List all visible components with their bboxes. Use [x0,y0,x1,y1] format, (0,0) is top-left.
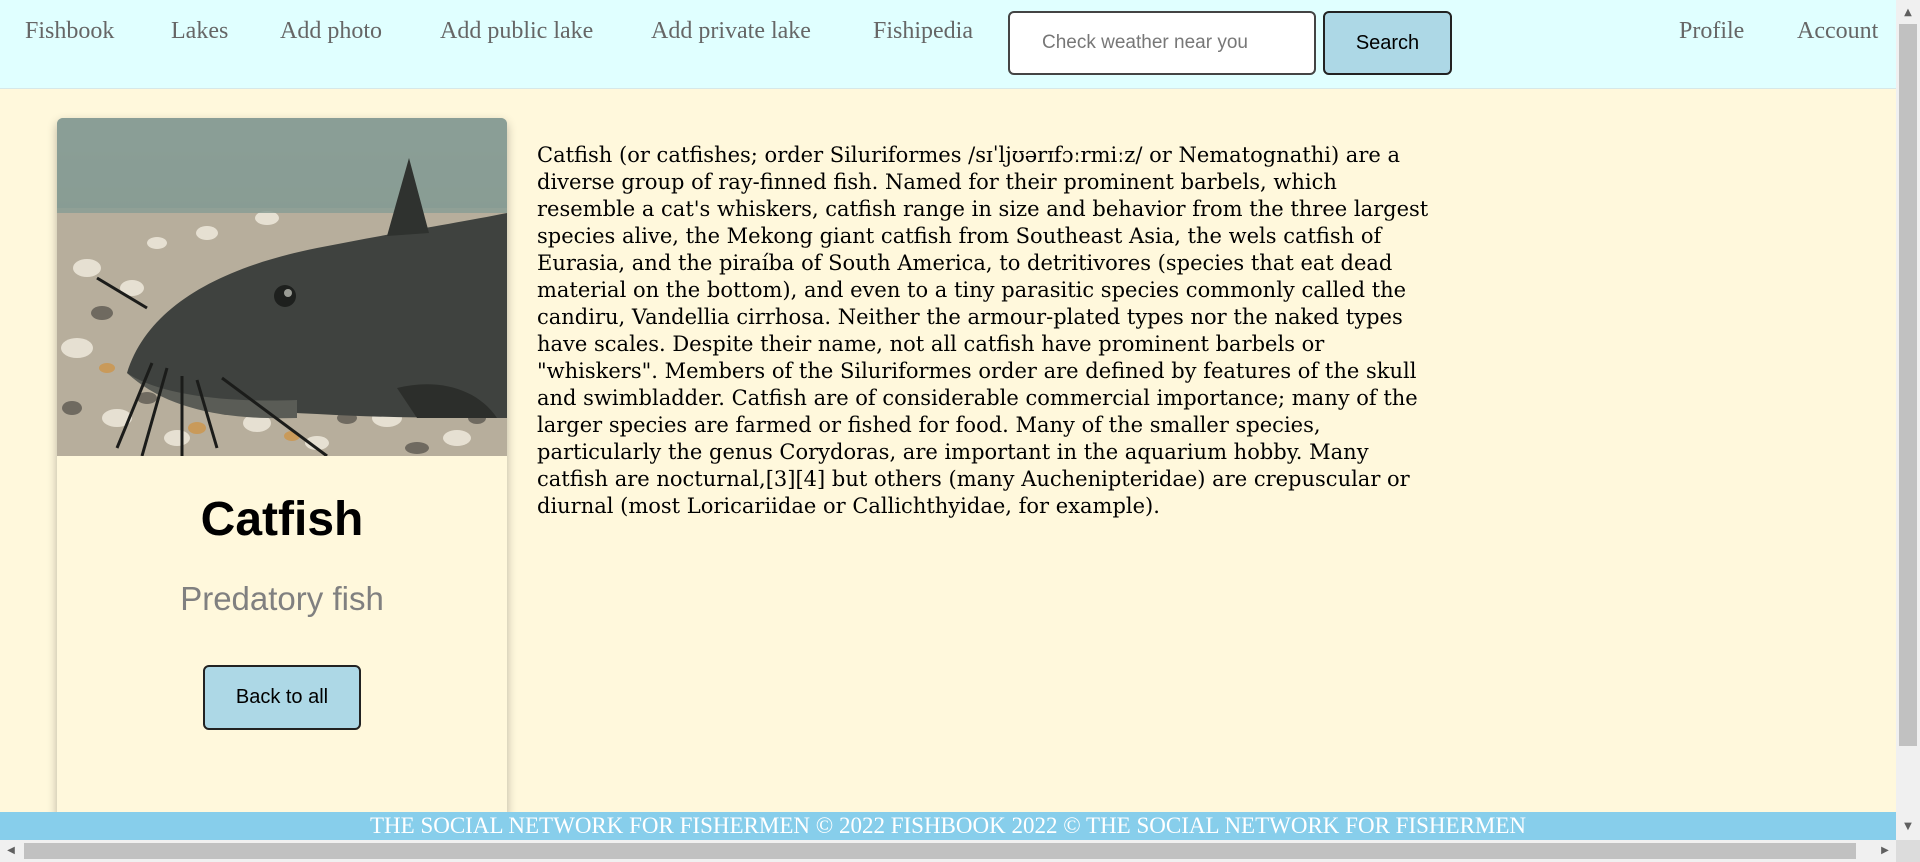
weather-search-input[interactable] [1008,11,1316,75]
footer-banner: THE SOCIAL NETWORK FOR FISHERMEN © 2022 … [0,812,1896,840]
top-navbar: Fishbook Lakes Add photo Add public lake… [0,0,1896,89]
nav-brand-fishbook[interactable]: Fishbook [25,18,114,45]
scroll-up-arrow-icon[interactable]: ▲ [1896,2,1920,24]
fish-name: Catfish [200,493,364,546]
scrollbar-corner [1896,840,1920,862]
fish-card: Catfish Predatory fish Back to all [57,118,507,818]
catfish-photo [57,118,507,458]
search-button[interactable]: Search [1323,11,1452,75]
scroll-down-arrow-icon[interactable]: ▼ [1896,816,1920,838]
vertical-scrollbar-thumb[interactable] [1899,24,1917,746]
nav-link-add-photo[interactable]: Add photo [280,18,382,45]
nav-link-fishipedia[interactable]: Fishipedia [873,18,973,45]
nav-link-add-private-lake[interactable]: Add private lake [651,18,811,45]
vertical-scrollbar[interactable]: ▲ ▼ [1896,0,1920,840]
scroll-right-arrow-icon[interactable]: ▶ [1874,840,1896,862]
scroll-left-arrow-icon[interactable]: ◀ [0,840,22,862]
nav-link-profile[interactable]: Profile [1679,18,1744,45]
back-to-all-button[interactable]: Back to all [203,665,361,730]
horizontal-scrollbar-thumb[interactable] [24,843,1856,859]
nav-link-account[interactable]: Account [1797,18,1878,45]
nav-link-lakes[interactable]: Lakes [171,18,228,45]
nav-link-add-public-lake[interactable]: Add public lake [440,18,593,45]
horizontal-scrollbar[interactable]: ◀ ▶ [0,840,1896,862]
fish-category: Predatory fish [180,580,384,617]
fish-description: Catfish (or catfishes; order Siluriforme… [537,143,1429,518]
